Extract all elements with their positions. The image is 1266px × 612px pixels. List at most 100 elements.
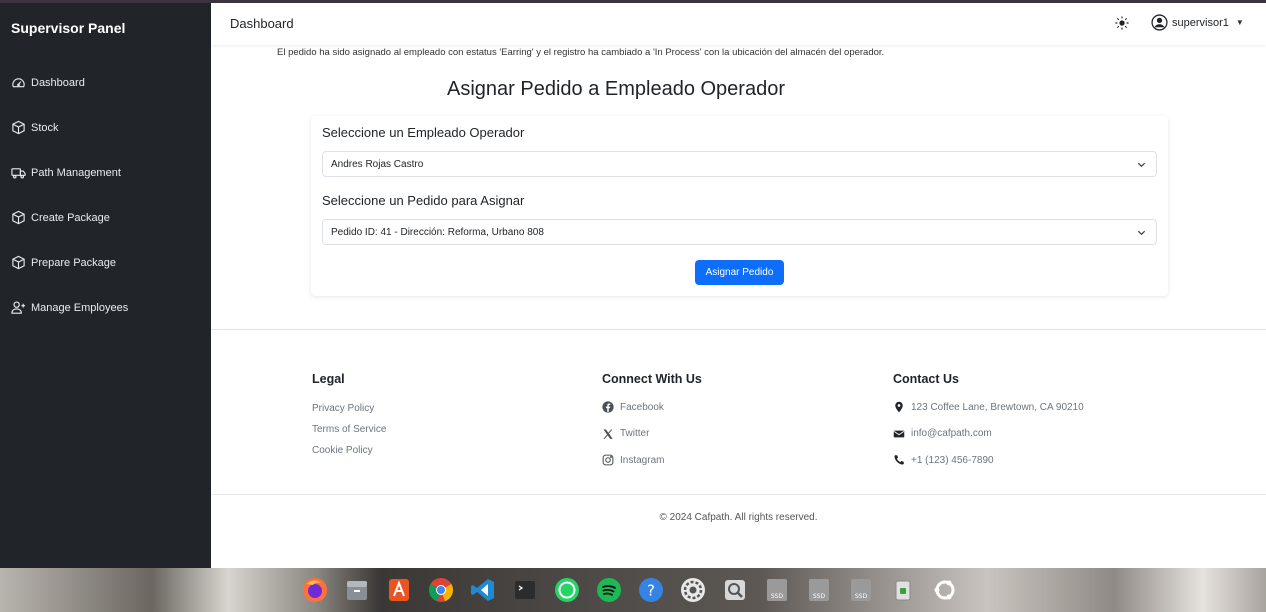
box-icon <box>12 210 25 225</box>
whatsapp-icon <box>555 578 579 602</box>
sidebar-item-label: Stock <box>31 121 59 134</box>
sidebar-item-create-package[interactable]: Create Package <box>0 195 211 240</box>
trash-icon <box>895 580 911 601</box>
firefox-icon <box>303 578 327 602</box>
dock-spotify[interactable] <box>590 572 628 608</box>
sidebar-top-border <box>0 0 211 3</box>
dock-firefox[interactable] <box>296 572 334 608</box>
dock-app-center[interactable] <box>380 572 418 608</box>
os-dock: ? SSD SSD SSD <box>296 572 964 608</box>
order-select[interactable]: Pedido ID: 41 - Dirección: Reforma, Urba… <box>322 219 1157 245</box>
sidebar-title: Supervisor Panel <box>11 20 126 36</box>
sidebar-item-manage-employees[interactable]: Manage Employees <box>0 285 211 330</box>
assign-order-form: Seleccione un Empleado Operador Andres R… <box>311 116 1168 296</box>
instagram-icon <box>602 454 614 466</box>
contact-phone-text: +1 (123) 456-7890 <box>911 454 994 466</box>
chevron-down-icon: ▼ <box>1235 18 1244 27</box>
sidebar-item-prepare-package[interactable]: Prepare Package <box>0 240 211 285</box>
page-header-title: Dashboard <box>230 16 294 31</box>
ssd-label: SSD <box>813 593 826 600</box>
page-title-wrap: Asignar Pedido a Empleado Operador <box>311 78 1167 101</box>
contact-email-text[interactable]: info@cafpath.com <box>911 428 992 439</box>
sidebar: Supervisor Panel Dashboard Stock Path Ma… <box>0 0 211 568</box>
ssd-drive-icon: SSD <box>767 579 787 601</box>
footer-legal-heading: Legal <box>312 372 345 386</box>
ssd-label: SSD <box>771 593 784 600</box>
x-twitter-icon <box>603 429 613 439</box>
privacy-policy-link[interactable]: Privacy Policy <box>312 398 386 419</box>
chevron-down-icon <box>1137 230 1146 236</box>
dock-ubuntu[interactable] <box>926 572 964 608</box>
terms-of-service-link[interactable]: Terms of Service <box>312 419 386 440</box>
truck-icon <box>11 168 26 179</box>
dock-ssd-drive[interactable]: SSD <box>842 572 880 608</box>
person-plus-icon <box>11 301 26 314</box>
dock-chrome[interactable] <box>422 572 460 608</box>
employee-select[interactable]: Andres Rojas Castro <box>322 151 1157 177</box>
footer-legal: Legal Privacy Policy Terms of Service Co… <box>312 372 386 461</box>
app-center-icon <box>389 579 409 601</box>
contact-address-text: 123 Coffee Lane, Brewtown, CA 90210 <box>911 401 1084 413</box>
twitter-link[interactable]: Twitter <box>602 421 702 448</box>
ssd-label: SSD <box>855 593 868 600</box>
sidebar-item-dashboard[interactable]: Dashboard <box>0 60 211 105</box>
ssd-drive-icon: SSD <box>809 579 829 601</box>
contact-address: 123 Coffee Lane, Brewtown, CA 90210 <box>893 394 1084 421</box>
instagram-label: Instagram <box>620 454 665 466</box>
phone-icon <box>894 455 904 465</box>
employee-selected-value: Andres Rojas Castro <box>331 158 424 170</box>
cookie-policy-link[interactable]: Cookie Policy <box>312 440 386 461</box>
terminal-icon <box>515 581 535 599</box>
chrome-icon <box>429 578 453 602</box>
dock-vscode[interactable] <box>464 572 502 608</box>
dock-ssd-drive[interactable]: SSD <box>800 572 838 608</box>
sidebar-item-label: Create Package <box>31 211 110 224</box>
contact-email: info@cafpath.com <box>893 421 1084 448</box>
chevron-down-icon <box>1137 162 1146 168</box>
instagram-link[interactable]: Instagram <box>602 447 702 474</box>
sidebar-item-path-management[interactable]: Path Management <box>0 150 211 195</box>
copyright-text: © 2024 Cafpath. All rights reserved. <box>659 512 818 523</box>
facebook-icon <box>602 401 614 413</box>
help-icon: ? <box>639 578 663 602</box>
sidebar-item-stock[interactable]: Stock <box>0 105 211 150</box>
dock-trash[interactable] <box>884 572 922 608</box>
contact-phone: +1 (123) 456-7890 <box>893 447 1084 474</box>
user-avatar-icon <box>1151 14 1168 31</box>
files-icon <box>347 581 367 600</box>
dock-terminal[interactable] <box>506 572 544 608</box>
footer-bottom-divider <box>211 494 1266 495</box>
footer-connect-heading: Connect With Us <box>602 372 702 386</box>
assign-order-button[interactable]: Asignar Pedido <box>695 260 784 285</box>
top-header: Dashboard supervisor1 ▼ <box>211 0 1266 45</box>
sun-icon[interactable] <box>1115 16 1129 30</box>
sidebar-nav: Dashboard Stock Path Management Create P… <box>0 60 211 330</box>
dock-help[interactable]: ? <box>632 572 670 608</box>
box-icon <box>12 120 25 135</box>
ssd-drive-icon: SSD <box>851 579 871 601</box>
twitter-label: Twitter <box>620 428 650 440</box>
order-selected-value: Pedido ID: 41 - Dirección: Reforma, Urba… <box>331 226 544 238</box>
dock-whatsapp[interactable] <box>548 572 586 608</box>
envelope-icon <box>893 430 905 438</box>
footer-contact-heading: Contact Us <box>893 372 959 386</box>
dock-ssd-drive[interactable]: SSD <box>758 572 796 608</box>
employee-select-label: Seleccione un Empleado Operador <box>322 125 525 140</box>
sidebar-item-label: Dashboard <box>31 76 85 89</box>
footer-contact: Contact Us 123 Coffee Lane, Brewtown, CA… <box>893 372 1084 474</box>
dock-files[interactable] <box>338 572 376 608</box>
footer-divider <box>211 329 1266 330</box>
speedometer-icon <box>12 78 25 88</box>
facebook-link[interactable]: Facebook <box>602 394 702 421</box>
dock-image-viewer[interactable] <box>716 572 754 608</box>
user-menu[interactable]: supervisor1 ▼ <box>1151 14 1244 31</box>
facebook-label: Facebook <box>620 401 664 413</box>
dock-settings[interactable] <box>674 572 712 608</box>
settings-icon <box>681 578 705 602</box>
vscode-icon <box>471 579 494 601</box>
footer-connect: Connect With Us Facebook Twitter Instagr… <box>602 372 702 474</box>
map-pin-icon <box>895 402 903 413</box>
ubuntu-icon <box>934 580 955 600</box>
image-viewer-icon <box>725 580 745 600</box>
sidebar-item-label: Path Management <box>31 166 121 179</box>
